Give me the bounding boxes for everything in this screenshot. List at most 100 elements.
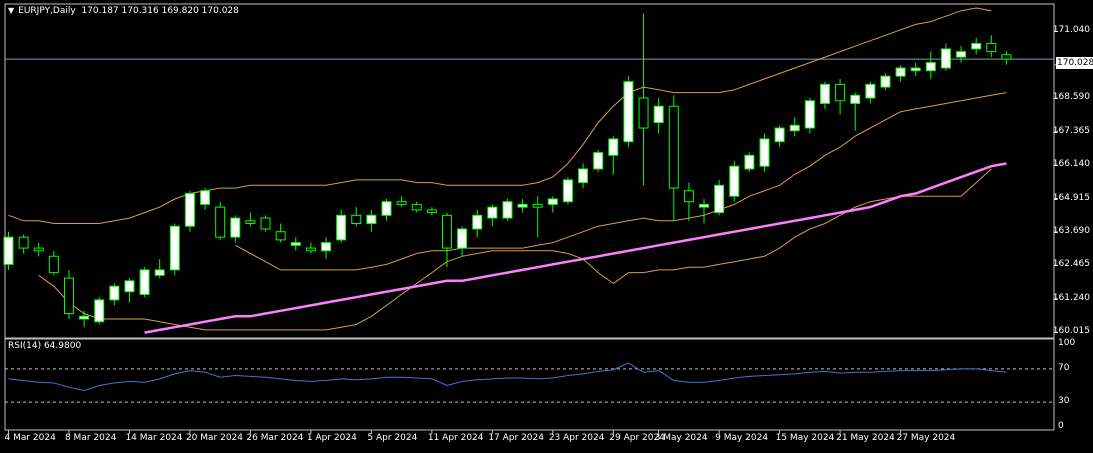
candle[interactable] bbox=[321, 237, 332, 259]
date-tick-label: 1 Apr 2024 bbox=[306, 433, 357, 443]
candle[interactable] bbox=[366, 209, 377, 232]
candle[interactable] bbox=[215, 201, 226, 240]
date-tick-label: 9 May 2024 bbox=[715, 433, 769, 443]
candle-body bbox=[48, 255, 59, 274]
candle[interactable] bbox=[124, 278, 135, 303]
date-tick-label: 3 May 2024 bbox=[654, 433, 708, 443]
candle[interactable] bbox=[396, 196, 407, 208]
candle[interactable] bbox=[940, 43, 951, 71]
candle[interactable] bbox=[699, 198, 710, 224]
candle[interactable] bbox=[865, 81, 876, 104]
candle[interactable] bbox=[850, 92, 861, 131]
candle[interactable] bbox=[18, 234, 29, 254]
candle[interactable] bbox=[3, 231, 14, 270]
candle[interactable] bbox=[487, 204, 498, 227]
rsi-line bbox=[8, 362, 1007, 392]
candle[interactable] bbox=[517, 198, 528, 213]
candle[interactable] bbox=[562, 177, 573, 205]
candle[interactable] bbox=[441, 212, 452, 268]
candle-body bbox=[1001, 54, 1012, 60]
rsi-indicator bbox=[5, 362, 1054, 403]
rsi-tick-label: 0 bbox=[1058, 421, 1064, 431]
candle[interactable] bbox=[33, 242, 44, 257]
candle[interactable] bbox=[79, 310, 90, 328]
candles[interactable] bbox=[3, 13, 1012, 328]
candle[interactable] bbox=[426, 207, 437, 216]
candle[interactable] bbox=[139, 267, 150, 298]
candle[interactable] bbox=[714, 179, 725, 216]
candle[interactable] bbox=[638, 13, 649, 186]
candle[interactable] bbox=[789, 117, 800, 137]
candle[interactable] bbox=[895, 65, 906, 82]
candle[interactable] bbox=[245, 212, 256, 227]
price-tick-label: 163.690 bbox=[1052, 225, 1090, 236]
candle[interactable] bbox=[744, 152, 755, 172]
candle[interactable] bbox=[154, 258, 165, 279]
price-tick-label: 167.365 bbox=[1052, 125, 1090, 136]
candle[interactable] bbox=[381, 198, 392, 221]
date-tick-label: 15 May 2024 bbox=[775, 433, 835, 443]
candle[interactable] bbox=[1001, 51, 1012, 65]
candle[interactable] bbox=[94, 297, 105, 325]
rsi-tick-label: 100 bbox=[1058, 338, 1076, 348]
bollinger-bands bbox=[8, 7, 1007, 331]
candle[interactable] bbox=[351, 207, 362, 227]
candle[interactable] bbox=[472, 209, 483, 238]
candle[interactable] bbox=[608, 136, 619, 175]
price-tick-label: 162.465 bbox=[1052, 259, 1090, 270]
candle[interactable] bbox=[880, 73, 891, 90]
candle-body bbox=[653, 105, 664, 124]
candle[interactable] bbox=[956, 46, 967, 63]
dropdown-triangle-icon[interactable]: ▼ bbox=[8, 6, 14, 15]
candle[interactable] bbox=[63, 269, 74, 319]
candle-body bbox=[169, 225, 180, 271]
date-tick-label: 21 May 2024 bbox=[836, 433, 895, 443]
candle[interactable] bbox=[986, 35, 997, 58]
date-tick-label: 26 Mar 2024 bbox=[246, 433, 304, 443]
date-tick-label: 5 Apr 2024 bbox=[367, 433, 418, 443]
candle[interactable] bbox=[48, 250, 59, 276]
date-tick-label: 14 Mar 2024 bbox=[125, 433, 183, 443]
candle[interactable] bbox=[835, 78, 846, 115]
date-tick-label: 8 Mar 2024 bbox=[64, 433, 117, 443]
candle[interactable] bbox=[623, 76, 634, 148]
candle[interactable] bbox=[184, 190, 195, 232]
candle[interactable] bbox=[759, 133, 770, 172]
candle[interactable] bbox=[200, 188, 211, 210]
candle[interactable] bbox=[729, 160, 740, 202]
candle-body bbox=[260, 217, 271, 230]
candle-body bbox=[729, 165, 740, 197]
candle[interactable] bbox=[502, 198, 513, 221]
candle[interactable] bbox=[910, 62, 921, 77]
rsi-label: RSI(14) 64.9800 bbox=[8, 341, 82, 351]
candle[interactable] bbox=[578, 163, 589, 189]
candle-body bbox=[532, 203, 543, 208]
candle[interactable] bbox=[774, 125, 785, 148]
candle[interactable] bbox=[819, 81, 830, 109]
candle-body bbox=[396, 201, 407, 205]
candle[interactable] bbox=[653, 98, 664, 134]
candle[interactable] bbox=[593, 149, 604, 172]
candle[interactable] bbox=[305, 242, 316, 254]
candle[interactable] bbox=[275, 223, 286, 243]
candle[interactable] bbox=[532, 196, 543, 238]
candle[interactable] bbox=[547, 196, 558, 213]
candle[interactable] bbox=[971, 38, 982, 55]
candle[interactable] bbox=[804, 98, 815, 134]
candle[interactable] bbox=[336, 209, 347, 243]
candle[interactable] bbox=[260, 215, 271, 232]
candle[interactable] bbox=[290, 237, 301, 251]
candle-body bbox=[109, 285, 120, 301]
candle[interactable] bbox=[457, 226, 468, 257]
candle[interactable] bbox=[411, 201, 422, 213]
candle[interactable] bbox=[109, 283, 120, 306]
candle[interactable] bbox=[169, 223, 180, 276]
candle[interactable] bbox=[230, 215, 241, 243]
candle-body bbox=[3, 236, 14, 265]
candle[interactable] bbox=[683, 182, 694, 221]
price-tick-label: 168.590 bbox=[1052, 92, 1090, 103]
candle-body bbox=[139, 269, 150, 295]
candle[interactable] bbox=[925, 51, 936, 79]
candle[interactable] bbox=[668, 95, 679, 221]
candle-body bbox=[215, 206, 226, 238]
